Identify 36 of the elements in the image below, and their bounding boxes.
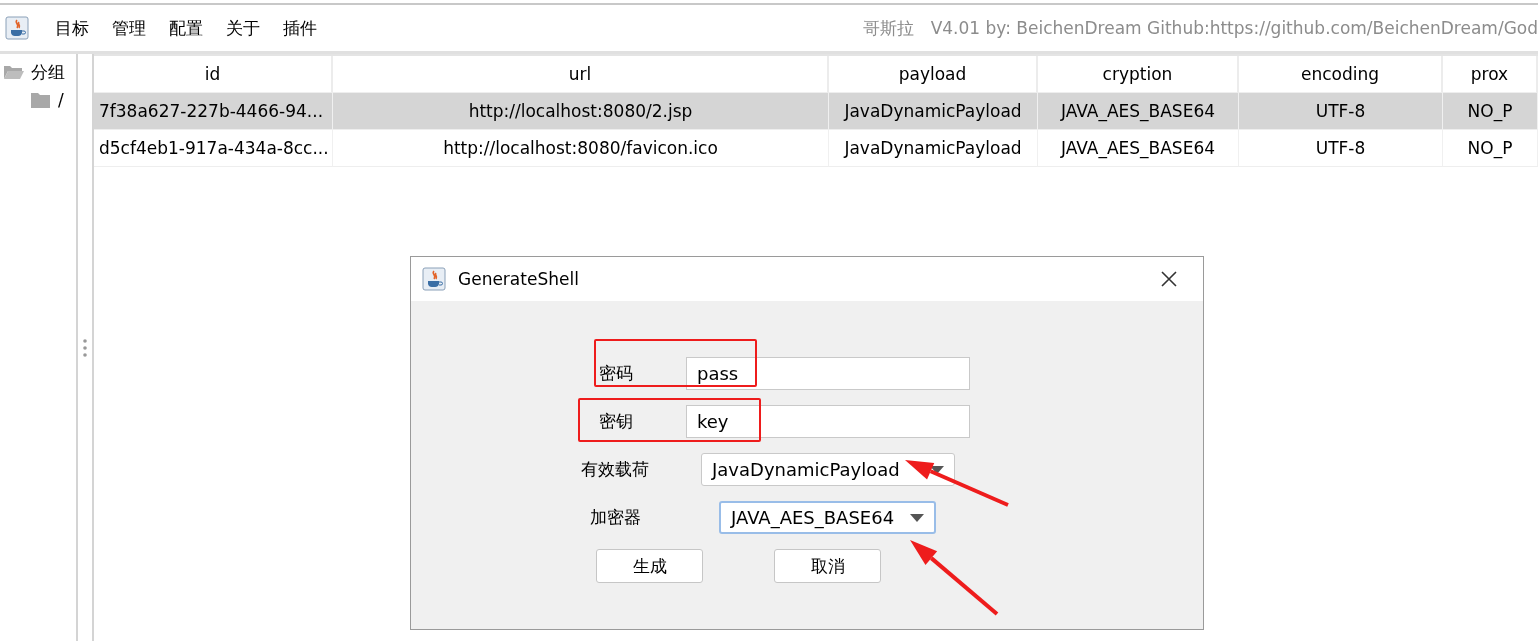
- caret-icon: [910, 513, 924, 522]
- app-icon: [5, 16, 29, 40]
- table-cell: d5cf4eb1-917a-434a-8cc...: [94, 130, 333, 167]
- window-title: 哥斯拉 V4.01 by: BeichenDream Github:https://github.com/BeichenDream/God: [863, 16, 1538, 40]
- table-cell: 7f38a627-227b-4466-94...: [94, 93, 333, 130]
- field-label: 有效载荷: [581, 458, 650, 481]
- table-cell: JAVA_AES_BASE64: [1038, 93, 1239, 130]
- menu-item[interactable]: 关于: [226, 16, 260, 40]
- dialog-button[interactable]: 取消: [774, 549, 881, 583]
- dropdown[interactable]: JAVA_AES_BASE64: [719, 501, 936, 534]
- input-field[interactable]: key: [686, 405, 970, 438]
- dialog-button[interactable]: 生成: [596, 549, 703, 583]
- table-cell: NO_P: [1443, 130, 1538, 167]
- menu-item[interactable]: 插件: [283, 16, 317, 40]
- field-label: 密钥: [599, 410, 634, 433]
- table-cell: JAVA_AES_BASE64: [1038, 130, 1239, 167]
- splitter-handle[interactable]: [82, 337, 88, 358]
- menu-item[interactable]: 管理: [112, 16, 146, 40]
- field-label: 加密器: [590, 506, 642, 529]
- app-icon: [422, 267, 446, 291]
- table-cell: JavaDynamicPayload: [829, 130, 1038, 167]
- table-cell: UTF-8: [1239, 130, 1443, 167]
- dialog-title: GenerateShell: [458, 269, 579, 289]
- menu-item[interactable]: 目标: [55, 16, 89, 40]
- tree-item[interactable]: 分组: [31, 60, 65, 84]
- dropdown[interactable]: JavaDynamicPayload: [701, 453, 955, 486]
- field-label: 密码: [599, 362, 634, 385]
- close-icon[interactable]: [1161, 271, 1177, 287]
- table-cell: http://localhost:8080/2.jsp: [333, 93, 829, 130]
- tree-item[interactable]: /: [58, 90, 64, 110]
- table-cell: JavaDynamicPayload: [829, 93, 1038, 130]
- menu-item[interactable]: 配置: [169, 16, 203, 40]
- input-field[interactable]: pass: [686, 357, 970, 390]
- table-cell: http://localhost:8080/favicon.ico: [333, 130, 829, 167]
- table-cell: UTF-8: [1239, 93, 1443, 130]
- table-cell: NO_P: [1443, 93, 1538, 130]
